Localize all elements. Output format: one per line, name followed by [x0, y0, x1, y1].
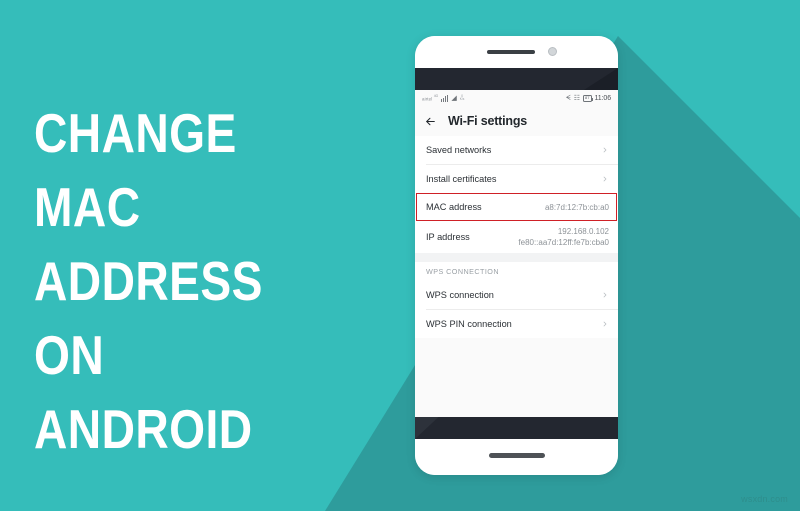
vibrate-icon: ☷	[573, 94, 581, 102]
phone-bottom-bezel	[415, 439, 618, 475]
list-item-install-certificates[interactable]: Install certificates	[415, 165, 618, 193]
clock-label: 11:06	[594, 94, 612, 102]
screen-bottom-band	[415, 417, 618, 439]
phone-screen: airtel 4G ◢ 0 K/s ᗕ ☷ 87 11:06 Wi-Fi set…	[415, 68, 618, 439]
mac-address-row-wrapper: MAC address a8:7d:12:7b:cb:a0	[415, 193, 618, 221]
app-bar-title: Wi-Fi settings	[448, 114, 528, 128]
wifi-icon: ◢	[451, 94, 457, 102]
list-item-ip-address[interactable]: IP address 192.168.0.102 fe80::aa7d:12ff…	[415, 221, 618, 253]
list-item-wps-pin-connection[interactable]: WPS PIN connection	[415, 310, 618, 338]
list-item-wps-connection[interactable]: WPS connection	[415, 281, 618, 309]
screen-top-band	[415, 68, 618, 90]
chevron-right-icon	[603, 292, 607, 298]
chevron-right-icon	[603, 176, 607, 182]
speaker-grille-icon	[487, 50, 535, 54]
app-bar: Wi-Fi settings	[415, 106, 618, 136]
data-rate-indicator: 0 K/s	[459, 94, 465, 102]
list-item-label: WPS PIN connection	[426, 319, 512, 329]
ipv6-value: fe80::aa7d:12ff:fe7b:cba0	[518, 238, 609, 247]
network-type-label: 4G	[433, 94, 439, 98]
battery-icon: 87	[583, 94, 594, 102]
page-title: CHANGE MAC ADDRESS ON ANDROID	[34, 102, 263, 460]
back-arrow-icon[interactable]	[424, 115, 437, 128]
carrier-label: airtel	[422, 96, 433, 101]
list-item-saved-networks[interactable]: Saved networks	[415, 136, 618, 164]
battery-percent-label: 87	[585, 95, 590, 100]
chevron-right-icon	[603, 321, 607, 327]
settings-list: Saved networks Install certificates MAC …	[415, 136, 618, 338]
home-button[interactable]	[489, 453, 545, 458]
list-item-label: IP address	[426, 232, 470, 242]
status-bar-left: airtel 4G ◢ 0 K/s	[422, 94, 465, 102]
section-separator	[415, 253, 618, 262]
bluetooth-icon: ᗕ	[565, 94, 571, 102]
watermark: wsxdn.com	[741, 494, 788, 504]
front-camera-icon	[548, 47, 557, 56]
status-bar-right: ᗕ ☷ 87 11:06	[565, 94, 612, 102]
ip-address-value: 192.168.0.102 fe80::aa7d:12ff:fe7b:cba0	[518, 226, 609, 248]
chevron-right-icon	[603, 147, 607, 153]
signal-bars-icon	[441, 94, 449, 102]
list-item-label: Saved networks	[426, 145, 492, 155]
phone-device: airtel 4G ◢ 0 K/s ᗕ ☷ 87 11:06 Wi-Fi set…	[415, 36, 618, 475]
list-item-mac-address[interactable]: MAC address a8:7d:12:7b:cb:a0	[415, 193, 618, 221]
status-bar: airtel 4G ◢ 0 K/s ᗕ ☷ 87 11:06	[415, 90, 618, 106]
section-header-wps: WPS CONNECTION	[415, 262, 618, 281]
poster-canvas: CHANGE MAC ADDRESS ON ANDROID airtel 4G …	[0, 0, 800, 511]
list-item-label: WPS connection	[426, 290, 494, 300]
list-item-label: Install certificates	[426, 174, 497, 184]
list-item-label: MAC address	[426, 202, 482, 212]
data-rate-unit: K/s	[459, 97, 465, 102]
mac-address-value: a8:7d:12:7b:cb:a0	[544, 202, 609, 212]
ipv4-value: 192.168.0.102	[557, 227, 609, 236]
phone-top-bezel	[415, 36, 618, 68]
